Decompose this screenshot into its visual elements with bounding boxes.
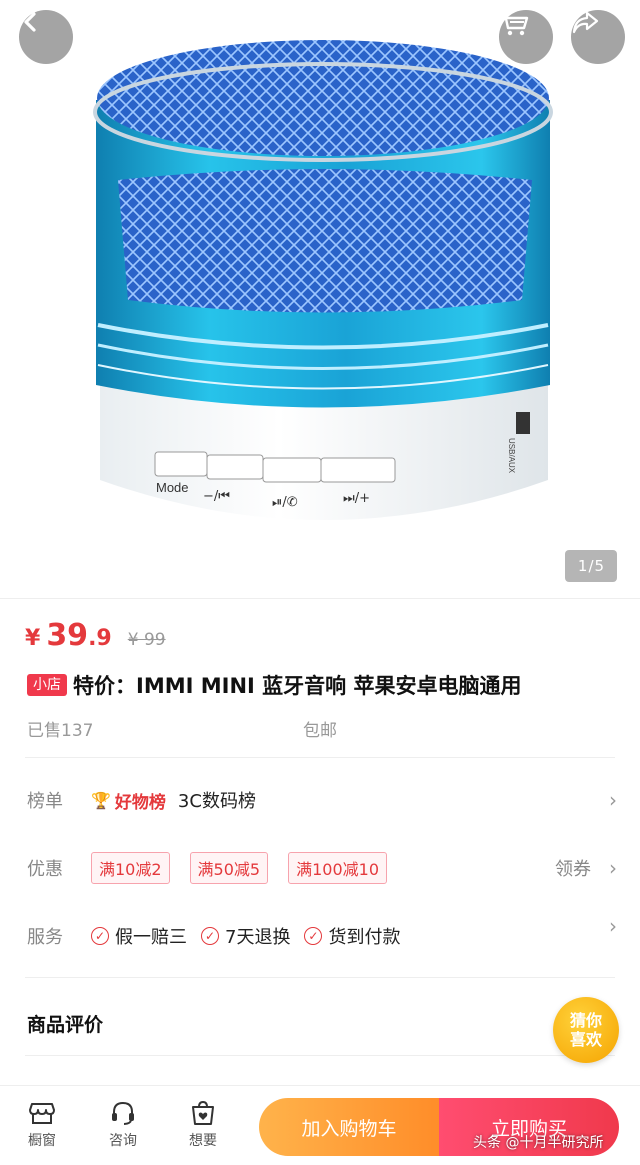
prev-label: −/⏮ [203, 489, 230, 504]
divider [25, 757, 615, 758]
watermark: 头条 @十月半研究所 [473, 1135, 604, 1151]
promotion-row[interactable]: 优惠 满10减2 满50减5 满100减10 领券 › [27, 848, 617, 888]
check-icon: ✓ [304, 927, 323, 945]
play-label: ⏯/✆ [272, 495, 298, 510]
store-icon [29, 1103, 55, 1124]
cart-icon [501, 12, 529, 36]
get-coupon-link[interactable]: 领券 [555, 855, 591, 881]
price-decimal: .9 [88, 626, 112, 651]
price-row: ¥ 39 .9 ¥ 99 [25, 618, 166, 658]
chevron-left-icon [24, 12, 36, 32]
coupon-badge[interactable]: 满50减5 [189, 852, 269, 884]
product-title: 特价：IMMI MINI 蓝牙音响 苹果安卓电脑通用 [73, 674, 522, 698]
price-integer: 39 [46, 618, 89, 653]
back-button[interactable] [19, 10, 73, 64]
ranking-category: 3C数码榜 [177, 791, 256, 812]
shop-tag: 小店 [27, 674, 67, 696]
service-row[interactable]: 服务 ✓ 假一赔三 ✓ 7天退换 ✓ 货到付款 › [27, 914, 617, 956]
image-counter: 1/5 [565, 550, 617, 582]
ranking-badge: 好物榜 [114, 792, 166, 813]
chevron-right-icon: › [609, 856, 617, 880]
chevron-right-icon: › [609, 788, 617, 812]
check-icon: ✓ [201, 927, 219, 945]
guess-you-like-button[interactable]: 猜你 喜欢 [553, 997, 619, 1063]
ranking-label: 榜单 [27, 791, 63, 812]
port-label: USB/AUX [507, 438, 516, 474]
check-icon: ✓ [91, 927, 109, 945]
service-item: ✓ 7天退换 [201, 923, 290, 949]
tab-wishlist[interactable]: 想要 [178, 1100, 228, 1150]
product-detail-page: Mode −/⏮ ⏯/✆ ⏭/+ USB/AUX 1 / 5 ¥ 39 .9 ¥… [0, 0, 640, 1165]
divider [25, 1055, 615, 1056]
original-price: ¥ 99 [127, 630, 166, 650]
cart-button[interactable] [499, 10, 553, 64]
trophy-icon: 🏆 [91, 790, 111, 810]
currency-symbol: ¥ [25, 626, 41, 651]
share-button[interactable] [571, 10, 625, 64]
mode-label: Mode [156, 480, 189, 495]
product-image[interactable]: Mode −/⏮ ⏯/✆ ⏭/+ USB/AUX 1 / 5 [0, 0, 640, 598]
bag-heart-icon [192, 1100, 214, 1125]
service-item: ✓ 货到付款 [304, 923, 400, 949]
headset-icon [112, 1101, 134, 1125]
divider [25, 977, 615, 978]
tab-consult[interactable]: 咨询 [98, 1100, 148, 1150]
tab-showcase[interactable]: 橱窗 [17, 1100, 67, 1150]
divider [0, 598, 640, 599]
ranking-row[interactable]: 榜单 🏆 好物榜 3C数码榜 › [27, 780, 617, 820]
next-label: ⏭/+ [343, 491, 370, 506]
chevron-right-icon: › [609, 914, 617, 938]
coupon-badge[interactable]: 满100减10 [288, 852, 387, 884]
share-icon [572, 11, 599, 34]
free-shipping: 包邮 [303, 721, 337, 741]
product-title-row: 小店 特价：IMMI MINI 蓝牙音响 苹果安卓电脑通用 [27, 670, 627, 700]
add-to-cart-button[interactable]: 加入购物车 [259, 1098, 439, 1156]
speaker-illustration: Mode −/⏮ ⏯/✆ ⏭/+ USB/AUX [93, 40, 553, 520]
promotion-label: 优惠 [27, 859, 63, 880]
sold-count: 已售137 [27, 721, 94, 741]
coupon-badge[interactable]: 满10减2 [91, 852, 170, 884]
sales-row: 已售137 包邮 [27, 716, 627, 741]
review-section-title[interactable]: 商品评价 [27, 1010, 103, 1037]
service-label: 服务 [27, 927, 63, 948]
bottom-action-bar: 橱窗 咨询 想要 加入购物车 立即购买 [0, 1085, 640, 1165]
service-item: ✓ 假一赔三 [91, 923, 187, 949]
